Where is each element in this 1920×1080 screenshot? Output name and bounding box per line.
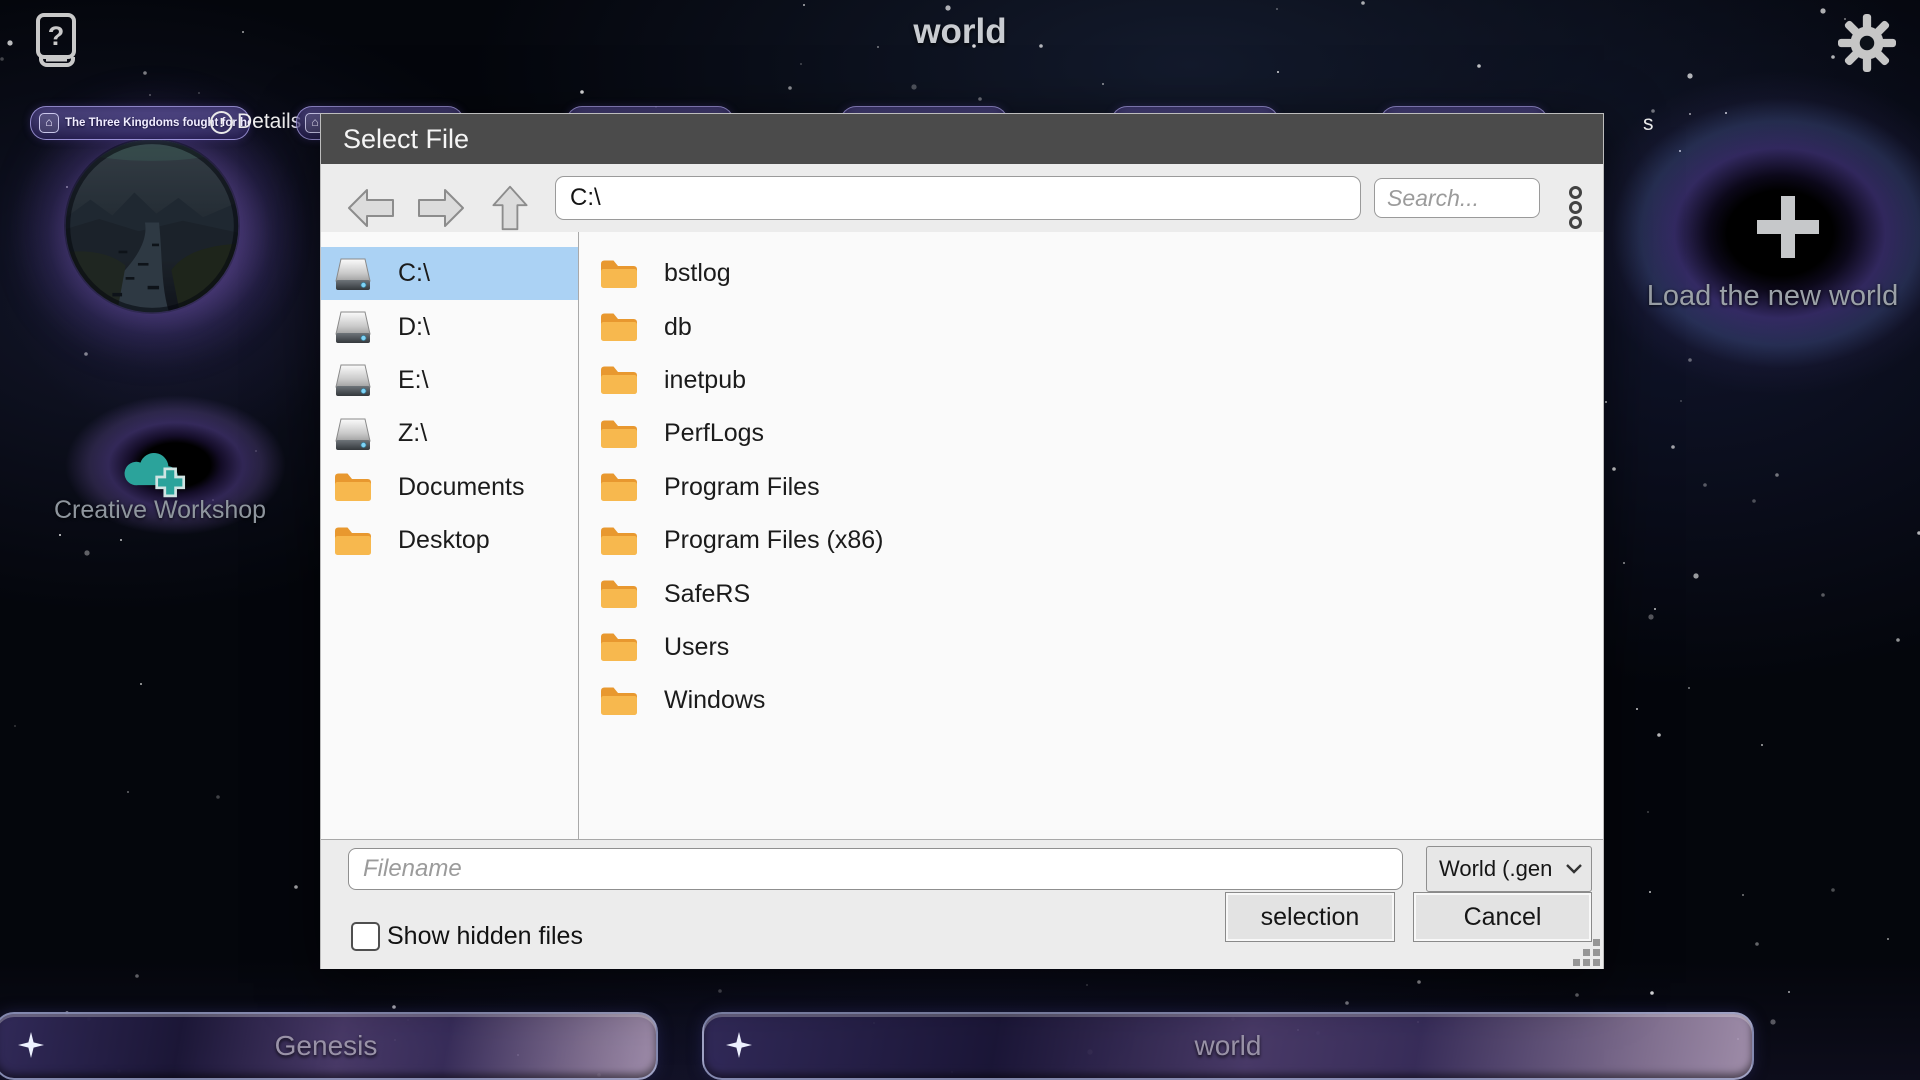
svg-text:?: ? [48, 21, 65, 51]
file-type-value: World (.gen [1427, 856, 1566, 882]
list-item-label: SafeRS [664, 580, 750, 609]
settings-button[interactable] [1838, 14, 1896, 77]
file-type-dropdown[interactable]: World (.gen [1426, 846, 1592, 892]
chevron-down-icon [1566, 864, 1582, 874]
list-item[interactable]: C:\ [321, 247, 578, 300]
cloud-plus-icon [118, 438, 190, 498]
dialog-footer: World (.gen Show hidden files selection … [321, 839, 1603, 969]
creative-workshop-label: Creative Workshop [25, 496, 295, 525]
folder-icon [599, 521, 639, 561]
places-sidebar: C:\ D:\ E:\ [321, 232, 579, 839]
arrow-left-icon [345, 186, 397, 230]
folder-icon [599, 627, 639, 667]
list-item-label: Program Files (x86) [664, 526, 884, 555]
folder-icon [599, 467, 639, 507]
list-item[interactable]: Users [579, 621, 1603, 674]
list-item-label: Documents [398, 473, 524, 502]
list-item-label: db [664, 313, 692, 342]
genesis-button[interactable]: Genesis [0, 1012, 658, 1080]
list-item[interactable]: SafeRS [579, 567, 1603, 620]
cancel-button[interactable]: Cancel [1413, 892, 1592, 942]
list-item[interactable]: Documents [321, 461, 578, 514]
list-item[interactable]: Desktop [321, 514, 578, 567]
list-item[interactable]: PerfLogs [579, 407, 1603, 460]
forward-button[interactable] [415, 186, 467, 235]
list-item-label: Users [664, 633, 729, 662]
list-item[interactable]: db [579, 300, 1603, 353]
list-item[interactable]: Windows [579, 674, 1603, 727]
sparkle-icon [726, 1032, 752, 1058]
list-item[interactable]: Z:\ [321, 407, 578, 460]
arrow-right-icon [415, 186, 467, 230]
drive-icon [333, 360, 373, 400]
cancel-button-label: Cancel [1464, 903, 1542, 932]
starfield-background [0, 0, 2, 2]
list-item[interactable]: Program Files [579, 461, 1603, 514]
path-input[interactable] [555, 176, 1361, 220]
house-badge-icon: ⌂ [39, 113, 59, 133]
list-item-label: D:\ [398, 313, 430, 342]
folder-icon [599, 360, 639, 400]
list-item-label: E:\ [398, 366, 429, 395]
world-label: world [1195, 1030, 1262, 1062]
load-new-world-label: Load the new world [1640, 280, 1905, 313]
selection-button-label: selection [1261, 903, 1360, 932]
search-input[interactable] [1374, 178, 1540, 218]
folder-icon [599, 254, 639, 294]
genesis-label: Genesis [275, 1030, 378, 1062]
list-item[interactable]: Program Files (x86) [579, 514, 1603, 567]
dialog-toolbar [321, 164, 1603, 233]
load-new-world-button plus-icon[interactable] [1757, 196, 1819, 258]
page-title: world [0, 12, 1920, 52]
folder-icon [599, 307, 639, 347]
list-item-label: bstlog [664, 259, 731, 288]
hidden-details-text-fragment: s [1643, 112, 1654, 136]
select-file-dialog: Select File [320, 113, 1604, 969]
file-list: bstlog db inetpub PerfLogs [579, 232, 1603, 839]
dialog-titlebar[interactable]: Select File [321, 114, 1603, 164]
gear-icon [1838, 14, 1896, 72]
help-manual-button[interactable]: ? [34, 12, 78, 73]
resize-grip[interactable] [1573, 939, 1600, 966]
up-directory-button[interactable] [487, 184, 533, 237]
dialog-title: Select File [321, 114, 1603, 164]
list-item-label: C:\ [398, 259, 430, 288]
list-item[interactable]: E:\ [321, 354, 578, 407]
folder-icon [333, 521, 373, 561]
folder-icon [333, 467, 373, 507]
arrow-up-icon [487, 184, 533, 232]
show-hidden-label: Show hidden files [387, 922, 583, 951]
creative-workshop-button[interactable] [118, 438, 190, 503]
app-root: ? world ⌂ The Three Kingdoms fought for … [0, 0, 1920, 1080]
details-label: Details [237, 110, 301, 134]
list-item[interactable]: inetpub [579, 354, 1603, 407]
list-item-label: PerfLogs [664, 419, 764, 448]
drive-icon [333, 254, 373, 294]
list-item-label: inetpub [664, 366, 746, 395]
info-icon: ! [210, 111, 233, 134]
list-item[interactable]: bstlog [579, 247, 1603, 300]
selection-button[interactable]: selection [1225, 892, 1395, 942]
folder-icon [599, 414, 639, 454]
manual-question-icon: ? [34, 12, 78, 68]
list-item-label: Program Files [664, 473, 820, 502]
list-item-label: Z:\ [398, 419, 427, 448]
folder-icon [599, 681, 639, 721]
world-preview-globe[interactable] [64, 138, 240, 314]
more-options-button kebab-menu-icon[interactable] [1569, 186, 1582, 229]
filename-input[interactable] [348, 848, 1403, 890]
drive-icon [333, 414, 373, 454]
folder-icon [599, 574, 639, 614]
list-item[interactable]: D:\ [321, 300, 578, 353]
list-item-label: Windows [664, 686, 765, 715]
world-button[interactable]: world [702, 1012, 1754, 1080]
world-details-button[interactable]: ! Details [210, 110, 301, 134]
dialog-content: C:\ D:\ E:\ [321, 232, 1603, 839]
show-hidden-checkbox[interactable] [351, 922, 380, 951]
list-item-label: Desktop [398, 526, 490, 555]
back-button[interactable] [345, 186, 397, 235]
drive-icon [333, 307, 373, 347]
sparkle-icon [18, 1032, 44, 1058]
